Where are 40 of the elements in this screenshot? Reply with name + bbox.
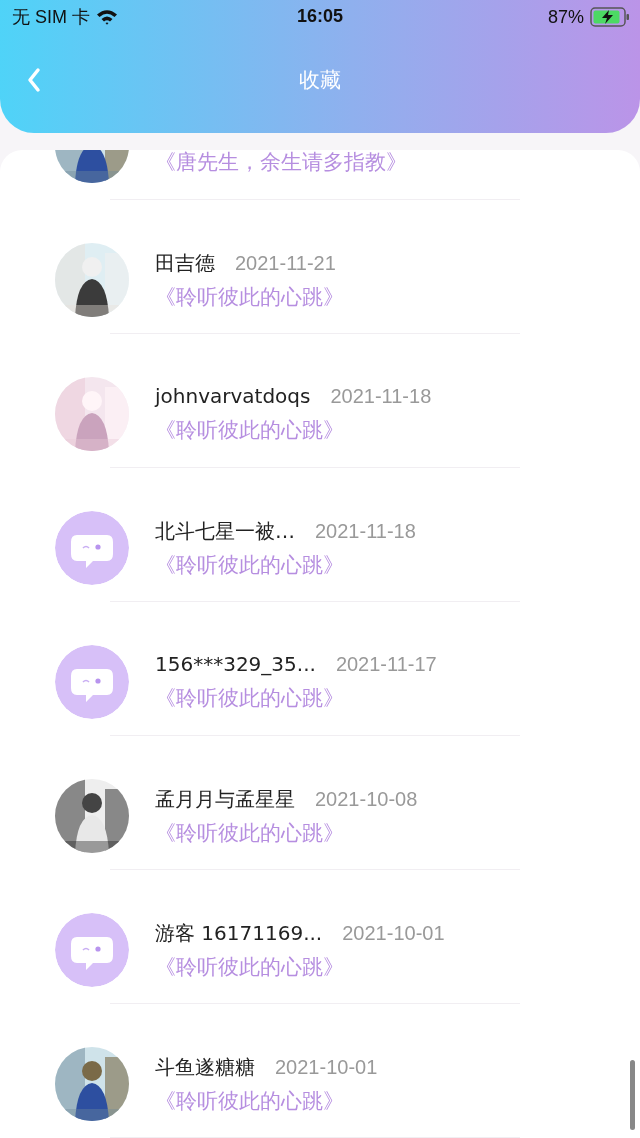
favorite-date: 2021-11-21 — [235, 251, 336, 275]
favorite-date: 2021-10-08 — [315, 787, 418, 811]
favorite-date: 2021-10-01 — [275, 1055, 378, 1079]
favorite-row[interactable]: 田吉德 2021-11-21 《聆听彼此的心跳》 — [0, 200, 640, 334]
scroll-bar — [630, 1060, 635, 1130]
favorite-row[interactable]: 游客 16171169... 2021-10-01 《聆听彼此的心跳》 — [0, 870, 640, 1004]
work-title: 《聆听彼此的心跳》 — [155, 685, 345, 712]
battery-percent: 87% — [547, 6, 584, 28]
clock-time: 16:05 — [297, 6, 343, 27]
battery-icon — [590, 7, 630, 27]
favorite-row[interactable]: 156***329_35... 2021-11-17 《聆听彼此的心跳》 — [0, 602, 640, 736]
page-title: 收藏 — [299, 66, 341, 94]
work-title: 《聆听彼此的心跳》 — [155, 819, 345, 847]
favorite-date: 2021-11-18 — [330, 385, 432, 408]
user-name: 斗鱼遂糖糖 — [155, 1053, 255, 1081]
favorite-date: 2021-10-01 — [342, 921, 445, 945]
favorite-row[interactable]: johnvarvatdoqs 2021-11-18 《聆听彼此的心跳》 — [0, 334, 640, 468]
favorite-date: 2021-11-18 — [315, 519, 416, 543]
chevron-left-icon — [26, 66, 42, 93]
user-name: 游客 16171169... — [155, 919, 323, 947]
chat-bubble-avatar-icon — [55, 511, 129, 585]
favorite-row[interactable]: 斗鱼遂糖糖 2021-10-01 《聆听彼此的心跳》 — [0, 1004, 640, 1138]
work-title: 《聆听彼此的心跳》 — [155, 953, 345, 981]
chat-bubble-avatar-icon — [55, 913, 129, 987]
user-name: 北斗七星一被… — [155, 517, 295, 545]
work-title: 《唐先生，余生请多指教》 — [155, 150, 407, 176]
user-name: 孟月月与孟星星 — [155, 785, 295, 813]
carrier-label: 无 SIM 卡 — [12, 6, 90, 29]
user-name: johnvarvatdoqs — [155, 384, 311, 408]
work-title: 《聆听彼此的心跳》 — [155, 1087, 345, 1115]
favorite-date: 2021-11-17 — [335, 653, 437, 676]
work-title: 《聆听彼此的心跳》 — [155, 551, 345, 579]
user-name: 156***329_35... — [155, 652, 316, 676]
favorite-row[interactable]: 北斗七星一被… 2021-11-18 《聆听彼此的心跳》 — [0, 468, 640, 602]
chat-bubble-avatar-icon — [55, 645, 129, 719]
favorite-row[interactable]: 孟月月与孟星星 2021-10-08 《聆听彼此的心跳》 — [0, 736, 640, 870]
work-title: 《聆听彼此的心跳》 — [155, 283, 344, 311]
wifi-icon — [96, 9, 118, 25]
work-title: 《聆听彼此的心跳》 — [155, 417, 345, 444]
user-name: 田吉德 — [155, 249, 215, 277]
